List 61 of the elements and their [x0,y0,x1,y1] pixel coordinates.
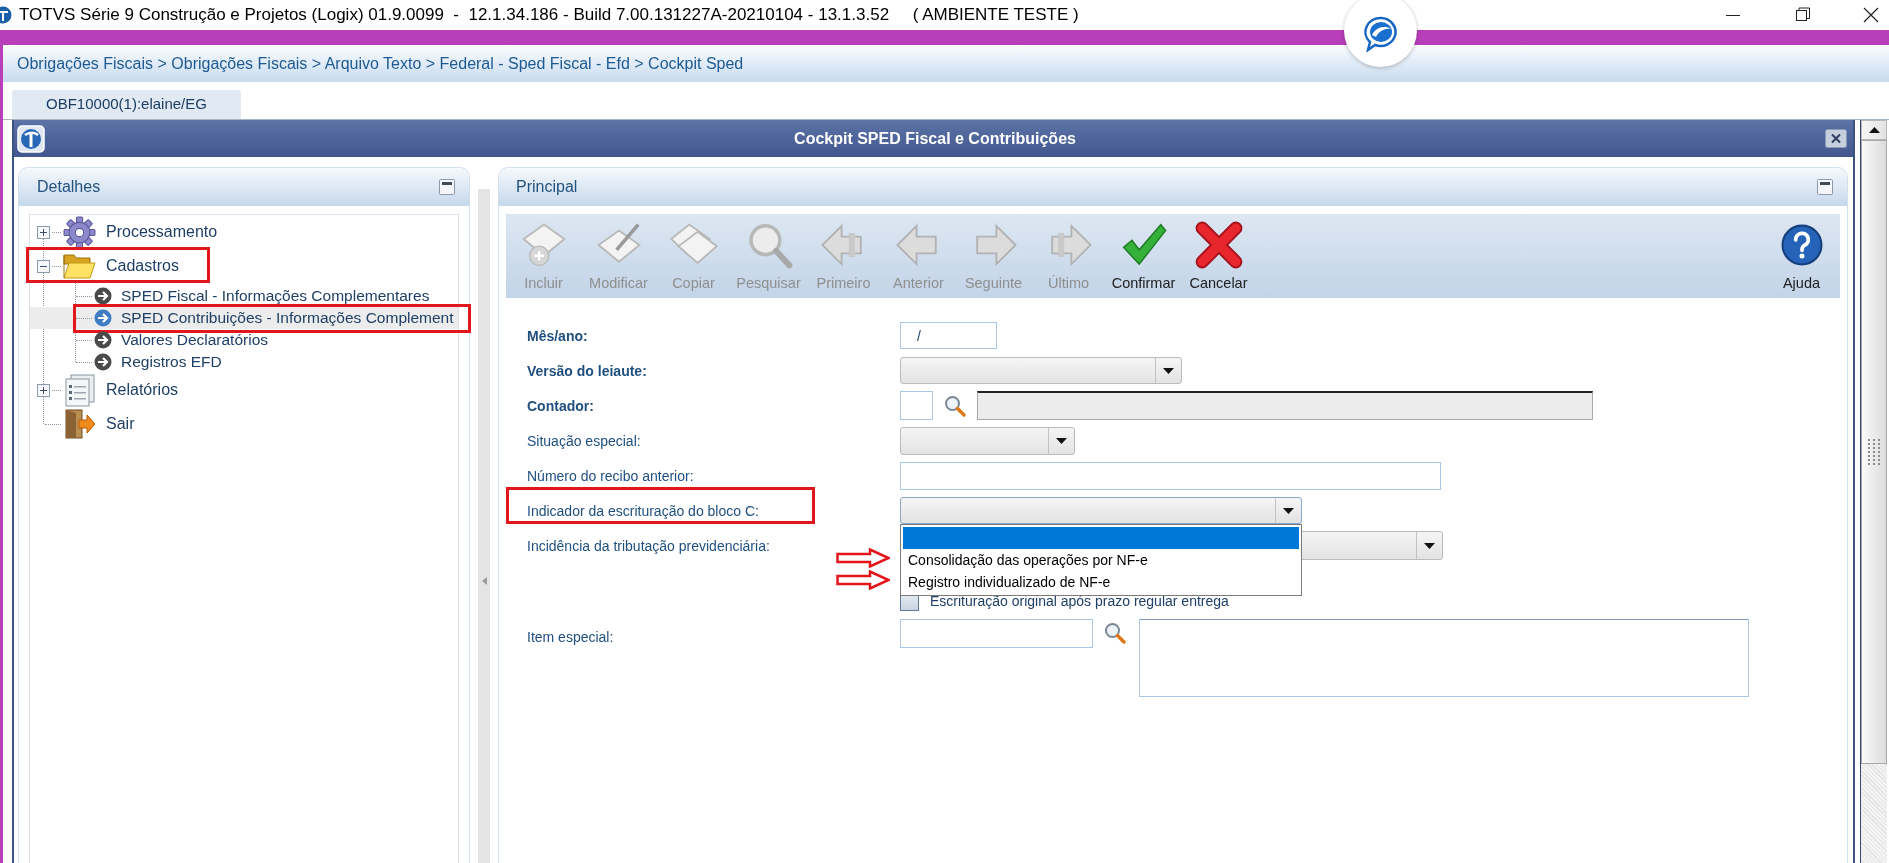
caret-down-icon [1056,437,1067,444]
caret-down-icon [1424,542,1435,549]
field-label: Mês/ano: [527,327,588,344]
field-label: Incidência da tributação previdenciária: [527,537,770,554]
chat-bubble-icon [1362,15,1399,52]
arrow-circle-icon [94,309,112,327]
breadcrumb[interactable]: Obrigações Fiscais > Obrigações Fiscais > Arquivo Texto > Federal - Sped Fiscal - Efd > Cockpit Sped [17,51,744,76]
tree-item[interactable]: Relatórios [30,373,458,407]
field-label: Versão do leiaute: [527,362,647,379]
expand-box-icon[interactable] [37,383,50,397]
toolbar-button[interactable]: Cancelar [1181,214,1256,298]
folder-icon [63,253,96,279]
search-icon[interactable] [944,394,966,417]
tree-item[interactable]: Registros EFD [30,351,458,373]
tree-item[interactable]: SPED Contribuições - Informações Complement [30,307,458,329]
arrow-circle-icon [94,353,112,371]
window-title: Cockpit SPED Fiscal e Contribuições [794,128,1076,149]
toolbar-button[interactable]: Ajuda [1764,214,1839,298]
expand-box-icon[interactable] [37,225,50,239]
document-list-icon [64,373,95,407]
field-label: Indicador da escrituração do bloco C: [527,502,759,519]
text-field[interactable]: / [900,322,997,349]
caret-down-icon [1163,367,1174,374]
search-icon[interactable] [1104,622,1126,644]
tab[interactable]: OBF10000(1):elaine/EG [12,90,241,119]
tree-item[interactable]: Sair [30,407,458,441]
field-label: Situação especial: [527,432,641,449]
scroll-up-button[interactable] [1861,120,1887,140]
tree-item[interactable]: Valores Declaratórios [30,329,458,351]
panel-title: Detalhes [37,177,101,197]
grip-icon [1866,438,1882,466]
dropdown-field[interactable] [900,357,1182,384]
collapse-box-icon[interactable] [37,259,50,273]
dropdown-field[interactable] [900,426,1075,455]
toolbar-button[interactable]: Confirmar [1106,214,1181,298]
door-exit-icon [63,409,96,439]
window-logo-icon [17,124,45,153]
caret-down-icon [1283,507,1294,514]
tree-item[interactable]: Cadastros [30,249,458,283]
help-icon [1780,224,1823,266]
field-label: Número do recibo anterior: [527,467,694,484]
close-icon[interactable] [1825,129,1847,148]
arrow-circle-icon [94,331,112,349]
field-label: Item especial: [527,629,614,645]
minimize-panel-icon[interactable] [439,179,455,195]
text-field[interactable] [900,461,1441,490]
field-label: Contador: [527,397,594,414]
tree-item[interactable]: SPED Fiscal - Informações Complementares [30,285,458,307]
memo-field[interactable] [1139,619,1749,697]
tree-item[interactable]: Processamento [30,215,458,249]
collapse-arrow-icon [481,577,487,585]
caret-up-icon [1868,127,1880,133]
minimize-panel-icon[interactable] [1817,179,1833,195]
cross-icon [1194,221,1243,269]
code-field[interactable] [900,619,1093,648]
code-field[interactable] [900,391,933,420]
arrow-circle-icon [94,287,112,305]
panel-title: Principal [516,177,578,197]
checkbox-label: Escrituração original após prazo regular entrega [930,592,1229,611]
app-title: TOTVS Série 9 Construção e Projetos (Logix) 01.9.0099 - 12.1.34.186 - Build 7.00.131227A-20210104 - 13.1.3.52 ( AMBIENTE TESTE ) [19,4,1079,27]
dropdown-field[interactable] [900,497,1302,524]
